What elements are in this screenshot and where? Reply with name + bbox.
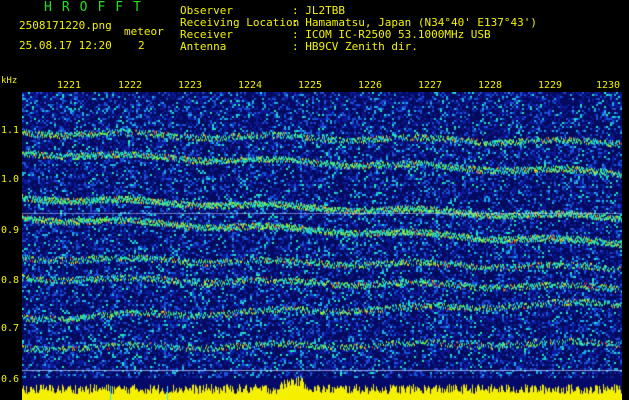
x-tick-1228: 1228 — [478, 80, 503, 91]
mode-label: meteor — [124, 25, 164, 38]
x-tick-1222: 1222 — [118, 80, 143, 91]
timestamp: 25.08.17 12:20 — [19, 39, 112, 52]
x-tick-1230: 1230 — [596, 80, 621, 91]
spectrogram-panel — [22, 92, 622, 400]
y-tick-1-0: 1.0 — [1, 174, 20, 185]
x-tick-1226: 1226 — [358, 80, 383, 91]
y-tick-0-8: 0.8 — [1, 275, 20, 286]
antenna-label: Antenna — [180, 40, 227, 53]
axis-unit: kHz — [1, 76, 18, 86]
y-tick-0-6: 0.6 — [1, 374, 20, 385]
y-tick-0-7: 0.7 — [1, 323, 20, 334]
file-name: 2508171220.png — [19, 19, 112, 32]
y-tick-1-1: 1.1 — [1, 125, 20, 136]
y-tick-0-9: 0.9 — [1, 225, 20, 236]
mode-count: 2 — [138, 39, 145, 52]
spectrogram-canvas — [22, 92, 622, 400]
x-tick-1229: 1229 — [538, 80, 563, 91]
x-tick-1224: 1224 — [238, 80, 263, 91]
header: HROFFT 2508171220.png 25.08.17 12:20 met… — [0, 0, 629, 75]
x-tick-1221: 1221 — [57, 80, 82, 91]
x-tick-1225: 1225 — [298, 80, 323, 91]
x-tick-1227: 1227 — [418, 80, 443, 91]
app-brand: HROFFT — [44, 0, 151, 15]
antenna-value: : HB9CV Zenith dir. — [292, 40, 418, 53]
x-tick-1223: 1223 — [178, 80, 203, 91]
